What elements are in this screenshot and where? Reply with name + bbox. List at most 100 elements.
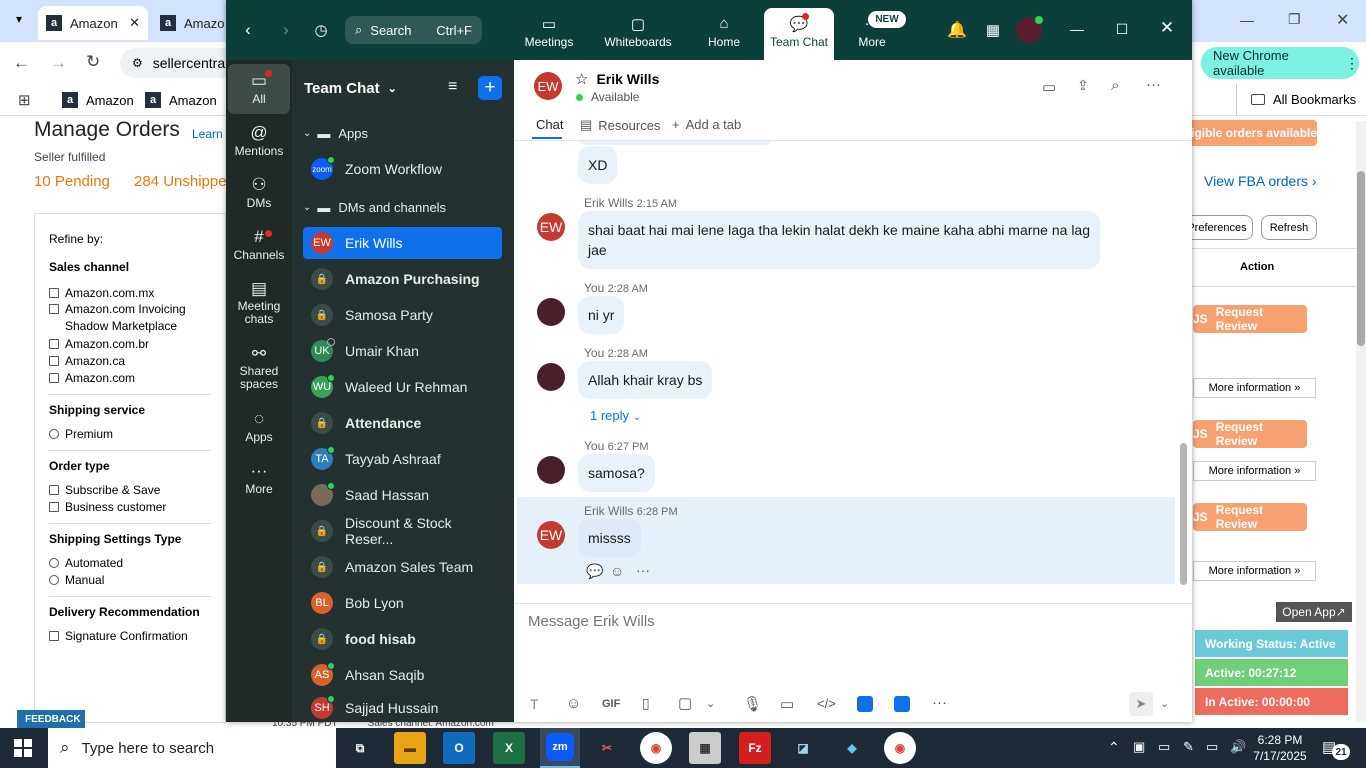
rail-mentions[interactable]: @ Mentions <box>228 122 290 158</box>
app-icon[interactable]: ◪ <box>787 732 819 764</box>
more-information-button-2[interactable]: More information » <box>1193 461 1316 481</box>
chevron-down-icon[interactable]: ⌄ <box>706 697 715 710</box>
send-options-chevron-icon[interactable]: ⌄ <box>1160 697 1169 710</box>
address-bar[interactable]: ⚙ sellercentra <box>120 48 230 78</box>
more-options-icon[interactable]: ··· <box>1146 76 1161 93</box>
filter-amazon-com-mx[interactable]: Amazon.com.mx <box>49 284 211 301</box>
nav-home[interactable]: ⌂ Home <box>698 15 750 49</box>
chat-header-avatar[interactable]: EW <box>534 72 562 100</box>
message-bubble[interactable]: samosa? <box>578 454 655 492</box>
page-scrollbar[interactable] <box>1356 121 1366 721</box>
search-icon[interactable]: ⌕ <box>1111 77 1119 94</box>
filter-manual[interactable]: Manual <box>49 571 211 588</box>
nav-meetings[interactable]: ▭ Meetings <box>516 15 582 49</box>
filter-amazon-com[interactable]: Amazon.com <box>49 369 211 386</box>
view-fba-orders-link[interactable]: View FBA orders › <box>1204 173 1317 189</box>
rail-all[interactable]: ▭ All <box>228 64 290 114</box>
checkbox[interactable] <box>49 287 59 298</box>
message-avatar-ew[interactable]: EW <box>537 213 565 241</box>
radio[interactable] <box>49 428 59 439</box>
message-bubble[interactable]: ni yr <box>578 296 625 334</box>
filter-subscribe-save[interactable]: Subscribe & Save <box>49 481 211 498</box>
zoom-search-box[interactable]: ⌕ Search Ctrl+F <box>345 16 482 44</box>
tray-app-icon[interactable]: ▣ <box>1133 739 1145 755</box>
more-actions-icon[interactable]: ··· <box>636 562 650 578</box>
rail-meeting-chats[interactable]: ▤ Meeting chats <box>228 278 290 326</box>
message-avatar-ew[interactable]: EW <box>537 521 565 549</box>
list-item-erik-wills[interactable]: EW Erik Wills <box>303 227 502 259</box>
feedback-button[interactable]: FEEDBACK ✕ <box>17 710 94 728</box>
list-item-discount-stock[interactable]: 🔒 Discount & Stock Reser... <box>303 515 502 547</box>
rail-dms[interactable]: ⚇ DMs <box>228 174 290 210</box>
section-dms-channels[interactable]: ⌄ ▬ DMs and channels <box>303 200 446 215</box>
star-icon[interactable]: ☆ <box>575 70 588 88</box>
site-info-icon[interactable]: ⚙ <box>132 56 143 70</box>
scrollbar-thumb[interactable] <box>1180 443 1187 585</box>
checkbox[interactable] <box>49 372 59 383</box>
task-view-icon[interactable]: ⧉ <box>344 732 376 764</box>
add-reaction-icon[interactable]: ☺ <box>610 563 624 579</box>
list-item-amazon-sales-team[interactable]: 🔒 Amazon Sales Team <box>303 551 502 583</box>
filter-premium[interactable]: Premium <box>49 425 211 442</box>
nav-team-chat[interactable]: 💬 Team Chat <box>764 8 834 60</box>
share-screen-icon[interactable]: ⇪ <box>1077 77 1089 94</box>
taskbar-search-box[interactable]: ⌕ Type here to search <box>48 728 336 768</box>
chrome-icon[interactable]: ◉ <box>640 732 672 764</box>
windows-start-icon[interactable] <box>14 739 32 757</box>
filter-automated[interactable]: Automated <box>49 554 211 571</box>
apps-grid-icon[interactable]: ⊞ <box>18 91 31 109</box>
video-call-icon[interactable]: ▭ <box>1042 78 1056 96</box>
list-item-ahsan-saqib[interactable]: AS Ahsan Saqib <box>303 659 502 691</box>
team-chat-dropdown[interactable]: Team Chat ⌄ <box>304 80 397 97</box>
volume-icon[interactable]: 🔊 <box>1230 739 1246 755</box>
message-avatar-you[interactable] <box>537 456 565 484</box>
filezilla-icon[interactable]: Fz <box>739 732 771 764</box>
outlook-icon[interactable]: O <box>443 732 475 764</box>
checkbox[interactable] <box>49 484 59 495</box>
screenshot-icon[interactable]: ▢ <box>678 694 692 712</box>
file-icon[interactable]: ▯ <box>642 695 650 712</box>
filter-business-customer[interactable]: Business customer <box>49 498 211 515</box>
video-message-icon[interactable]: ▭ <box>780 695 794 713</box>
list-item-amazon-purchasing[interactable]: 🔒 Amazon Purchasing <box>303 263 502 295</box>
rail-channels[interactable]: # Channels <box>228 226 290 262</box>
list-item-samosa-party[interactable]: 🔒 Samosa Party <box>303 299 502 331</box>
reload-icon[interactable]: ↻ <box>86 52 100 72</box>
checkbox[interactable] <box>49 501 59 512</box>
show-hidden-icons-chevron-icon[interactable]: ⌃ <box>1108 739 1120 756</box>
browser-tab-amazon-1[interactable]: a Amazon ✕ <box>38 6 148 40</box>
list-item-food-hisab[interactable]: 🔒 food hisab <box>303 623 502 655</box>
gif-button[interactable]: GIF <box>602 698 620 710</box>
checkbox[interactable] <box>49 338 59 349</box>
request-review-button-1[interactable]: JS Request Review <box>1193 305 1307 333</box>
tab-chat[interactable]: Chat <box>536 117 563 132</box>
unshipped-tab[interactable]: 284 Unshipped <box>134 173 226 190</box>
more-tools-icon[interactable]: ··· <box>932 694 947 711</box>
filter-amazon-com-br[interactable]: Amazon.com.br <box>49 335 211 352</box>
rail-shared-spaces[interactable]: ⚯ Shared spaces <box>228 343 290 391</box>
filter-amazon-ca[interactable]: Amazon.ca <box>49 352 211 369</box>
close-tab-icon[interactable]: ✕ <box>129 15 140 31</box>
radio[interactable] <box>49 557 59 568</box>
calculator-icon[interactable]: ▦ <box>689 732 721 764</box>
restore-icon[interactable]: ❐ <box>1288 11 1301 28</box>
calendar-icon[interactable]: ▦ <box>982 19 1004 41</box>
message-avatar-you[interactable] <box>537 298 565 326</box>
nav-whiteboards[interactable]: ▢ Whiteboards <box>598 15 678 49</box>
pending-tab[interactable]: 10 Pending <box>34 173 110 190</box>
new-chat-plus-button[interactable]: + <box>478 76 502 100</box>
app-integration-icon[interactable] <box>857 696 873 712</box>
forward-icon[interactable]: › <box>276 18 296 42</box>
list-item-saad-hassan[interactable]: Saad Hassan <box>303 479 502 511</box>
more-information-button-3[interactable]: More information » <box>1193 561 1316 581</box>
message-bubble[interactable]: missss <box>578 519 641 557</box>
all-bookmarks-button[interactable]: All Bookmarks <box>1251 92 1356 107</box>
checkbox[interactable] <box>49 630 59 641</box>
refresh-button[interactable]: Refresh <box>1261 215 1317 240</box>
request-review-button-3[interactable]: JS Request Review <box>1193 503 1307 531</box>
more-information-button-1[interactable]: More information » <box>1193 378 1316 398</box>
thread-replies-link[interactable]: 1 reply ⌄ <box>590 408 641 423</box>
minimize-icon[interactable]: — <box>1240 12 1254 28</box>
radio[interactable] <box>49 574 59 585</box>
open-app-button[interactable]: Open App ↗ <box>1276 602 1352 622</box>
